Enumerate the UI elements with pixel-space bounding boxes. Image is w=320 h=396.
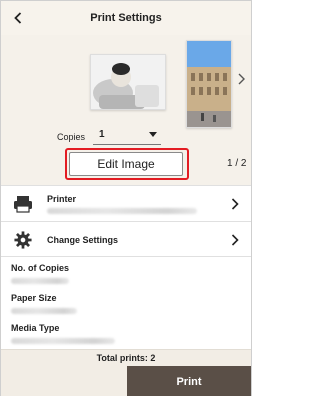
- copies-count-label: No. of Copies: [11, 263, 69, 273]
- paper-size-redacted: [11, 308, 77, 314]
- media-type-redacted: [11, 338, 115, 344]
- page-indicator: 1 / 2: [227, 158, 247, 169]
- header-bar: Print Settings: [1, 1, 251, 35]
- change-settings-label: Change Settings: [47, 235, 119, 245]
- media-type-label: Media Type: [11, 323, 60, 333]
- edit-image-button[interactable]: Edit Image: [69, 152, 183, 176]
- print-info-section: No. of Copies Paper Size Media Type: [1, 257, 251, 349]
- chevron-right-icon: [231, 234, 239, 246]
- chevron-left-icon: [14, 12, 22, 24]
- total-prints-text: Total prints: 2: [96, 353, 156, 363]
- caret-down-icon: [149, 131, 157, 137]
- footer-spacer: [1, 366, 127, 396]
- next-photo-button[interactable]: [237, 72, 247, 86]
- gear-icon: [14, 231, 32, 249]
- photo-thumbnail-next[interactable]: [186, 40, 232, 128]
- copies-count-redacted: [11, 278, 69, 284]
- total-prints-bar: Total prints: 2: [1, 349, 251, 366]
- photo-image: [91, 55, 165, 109]
- paper-size-label: Paper Size: [11, 293, 57, 303]
- chevron-right-icon: [238, 73, 245, 85]
- page-title: Print Settings: [90, 12, 162, 24]
- change-settings-row[interactable]: Change Settings: [1, 221, 251, 257]
- preview-area: Copies 1 Edit Image 1 / 2: [1, 35, 251, 185]
- copies-value: 1: [99, 129, 105, 140]
- printer-name-redacted: [47, 208, 197, 214]
- print-button[interactable]: Print: [127, 366, 251, 396]
- printer-label: Printer: [47, 194, 77, 204]
- copies-label: Copies: [57, 132, 86, 142]
- back-button[interactable]: [9, 9, 27, 27]
- photo-thumbnail-current[interactable]: [90, 54, 166, 110]
- chevron-right-icon: [231, 198, 239, 210]
- photo-image-next: [187, 41, 231, 127]
- printer-icon: [14, 196, 32, 213]
- copies-dropdown[interactable]: 1: [93, 125, 161, 145]
- printer-row[interactable]: Printer: [1, 185, 251, 221]
